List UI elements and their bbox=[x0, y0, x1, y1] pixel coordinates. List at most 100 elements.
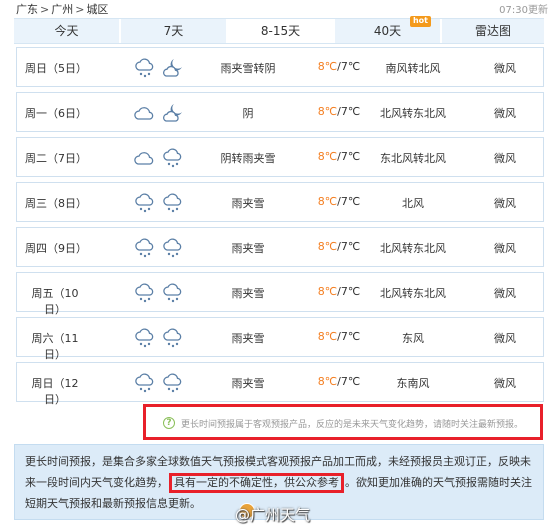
tab-7-days[interactable]: 7天 bbox=[121, 19, 228, 43]
rain-snow-icon bbox=[135, 373, 154, 393]
forecast-row: 周二（7日） 阴转雨夹雪 8℃/7℃ 东北风转北风 微风 bbox=[16, 137, 544, 177]
weather-description: 雨夹雪 bbox=[231, 287, 265, 300]
wind-level: 微风 bbox=[494, 62, 516, 75]
wind-level: 微风 bbox=[494, 287, 516, 300]
wind-level: 微风 bbox=[494, 242, 516, 255]
cloudy-icon bbox=[134, 152, 154, 165]
forecast-row: 周四（9日） 雨夹雪 8℃/7℃ 北风转东北风 微风 bbox=[16, 227, 544, 267]
high-temperature: 8℃ bbox=[317, 60, 338, 73]
forecast-row: 周一（6日） 阴 8℃/7℃ 北风转东北风 微风 bbox=[16, 92, 544, 132]
high-temperature: 8℃ bbox=[317, 375, 338, 388]
high-temperature: 8℃ bbox=[317, 285, 338, 298]
forecast-row: 周日（5日） 雨夹雪转阴 8℃/7℃ 南风转北风 微风 bbox=[16, 47, 544, 87]
wind-direction: 南风转北风 bbox=[385, 62, 441, 75]
tab-label: 今天 bbox=[54, 24, 79, 38]
rain-snow-icon bbox=[135, 58, 154, 78]
rain-snow-icon bbox=[135, 193, 154, 213]
tab-label: 40天 bbox=[373, 24, 402, 38]
low-temperature: 7℃ bbox=[340, 60, 361, 73]
low-temperature: 7℃ bbox=[340, 105, 361, 118]
weather-description: 雨夹雪 bbox=[231, 377, 265, 390]
low-temperature: 7℃ bbox=[340, 240, 361, 253]
tab-label: 8-15天 bbox=[260, 24, 301, 38]
wind-level: 微风 bbox=[494, 332, 516, 345]
high-temperature: 8℃ bbox=[317, 330, 338, 343]
info-highlight: 具有一定的不确定性，供公众参考 bbox=[169, 473, 344, 493]
weather-icons bbox=[133, 56, 189, 80]
rain-snow-icon bbox=[135, 328, 154, 348]
weather-description: 阴转雨夹雪 bbox=[220, 152, 276, 165]
breadcrumb-separator: > bbox=[40, 3, 50, 16]
breadcrumb-province[interactable]: 广东 bbox=[16, 3, 38, 16]
breadcrumb-district[interactable]: 城区 bbox=[86, 3, 108, 16]
high-temperature: 8℃ bbox=[317, 240, 338, 253]
weather-icons bbox=[133, 281, 189, 305]
rain-snow-icon bbox=[163, 148, 182, 168]
breadcrumb-city[interactable]: 广州 bbox=[51, 3, 73, 16]
cloudy-icon bbox=[134, 107, 154, 120]
tab-40-days[interactable]: 40天 hot bbox=[335, 16, 442, 43]
day-name: 周日（5日） bbox=[25, 62, 87, 75]
wind-level: 微风 bbox=[494, 152, 516, 165]
wind-direction: 北风转东北风 bbox=[380, 242, 446, 255]
low-temperature: 7℃ bbox=[340, 195, 361, 208]
hot-badge: hot bbox=[409, 16, 431, 27]
rain-snow-icon bbox=[163, 283, 182, 303]
rain-snow-icon bbox=[135, 283, 154, 303]
tab-label: 7天 bbox=[163, 24, 184, 38]
day-name: 周五（10日） bbox=[31, 287, 79, 316]
weather-icons bbox=[133, 326, 189, 350]
forecast-row: 周六（11日） 雨夹雪 8℃/7℃ 东风 微风 bbox=[16, 317, 544, 361]
watermark: @广州天气 bbox=[235, 506, 311, 524]
breadcrumb: 广东 > 广州 > 城区 bbox=[16, 1, 108, 17]
rain-snow-icon bbox=[163, 373, 182, 393]
question-icon: ? bbox=[163, 417, 175, 429]
forecast-tabs: 今天 7天 8-15天 40天 hot 雷达图 bbox=[14, 16, 544, 44]
low-temperature: 7℃ bbox=[340, 330, 361, 343]
rain-snow-icon bbox=[163, 193, 182, 213]
day-name: 周六（11日） bbox=[31, 332, 79, 361]
forecast-row: 周三（8日） 雨夹雪 8℃/7℃ 北风 微风 bbox=[16, 182, 544, 222]
low-temperature: 7℃ bbox=[340, 375, 361, 388]
weather-description: 雨夹雪转阴 bbox=[220, 62, 276, 75]
rain-snow-icon bbox=[163, 328, 182, 348]
wind-direction: 北风转东北风 bbox=[380, 107, 446, 120]
day-name: 周四（9日） bbox=[25, 242, 87, 255]
wind-level: 微风 bbox=[494, 107, 516, 120]
rain-snow-icon bbox=[163, 238, 182, 258]
wind-direction: 北风转东北风 bbox=[380, 287, 446, 300]
weather-description: 雨夹雪 bbox=[231, 242, 265, 255]
wind-level: 微风 bbox=[494, 197, 516, 210]
weather-icons bbox=[133, 236, 189, 260]
weather-icons bbox=[133, 191, 189, 215]
rain-snow-icon bbox=[135, 238, 154, 258]
high-temperature: 8℃ bbox=[317, 150, 338, 163]
weather-description: 雨夹雪 bbox=[231, 332, 265, 345]
wind-direction: 东南风 bbox=[396, 377, 430, 390]
day-name: 周一（6日） bbox=[25, 107, 87, 120]
partly-cloudy-night-icon bbox=[163, 104, 182, 122]
high-temperature: 8℃ bbox=[317, 105, 338, 118]
update-time: 07:30更新 bbox=[499, 5, 548, 16]
partly-cloudy-night-icon bbox=[163, 59, 182, 77]
note-text: 更长时间预报属于客观预报产品，反应的是未来天气变化趋势，请随时关注最新预报。 bbox=[181, 420, 524, 430]
weather-icons bbox=[133, 101, 189, 125]
weather-description: 阴 bbox=[242, 107, 254, 120]
forecast-row: 周五（10日） 雨夹雪 8℃/7℃ 北风转东北风 微风 bbox=[16, 272, 544, 316]
weather-icons bbox=[133, 146, 189, 170]
weather-description: 雨夹雪 bbox=[231, 197, 265, 210]
day-name: 周二（7日） bbox=[25, 152, 87, 165]
day-name: 周三（8日） bbox=[25, 197, 87, 210]
day-name: 周日（12日） bbox=[31, 377, 79, 406]
breadcrumb-separator: > bbox=[75, 3, 85, 16]
wind-direction: 北风 bbox=[402, 197, 424, 210]
wind-level: 微风 bbox=[494, 377, 516, 390]
tab-8-15-days[interactable]: 8-15天 bbox=[228, 19, 335, 43]
top-bar: 广东 > 广州 > 城区 07:30更新 bbox=[0, 0, 557, 17]
forecast-row: 周日（12日） 雨夹雪 8℃/7℃ 东南风 微风 bbox=[16, 362, 544, 406]
wind-direction: 东北风转北风 bbox=[380, 152, 446, 165]
tab-radar[interactable]: 雷达图 bbox=[442, 19, 544, 43]
tab-today[interactable]: 今天 bbox=[14, 19, 121, 43]
wind-direction: 东风 bbox=[402, 332, 424, 345]
forecast-note: ? 更长时间预报属于客观预报产品，反应的是未来天气变化趋势，请随时关注最新预报。 bbox=[143, 404, 543, 440]
